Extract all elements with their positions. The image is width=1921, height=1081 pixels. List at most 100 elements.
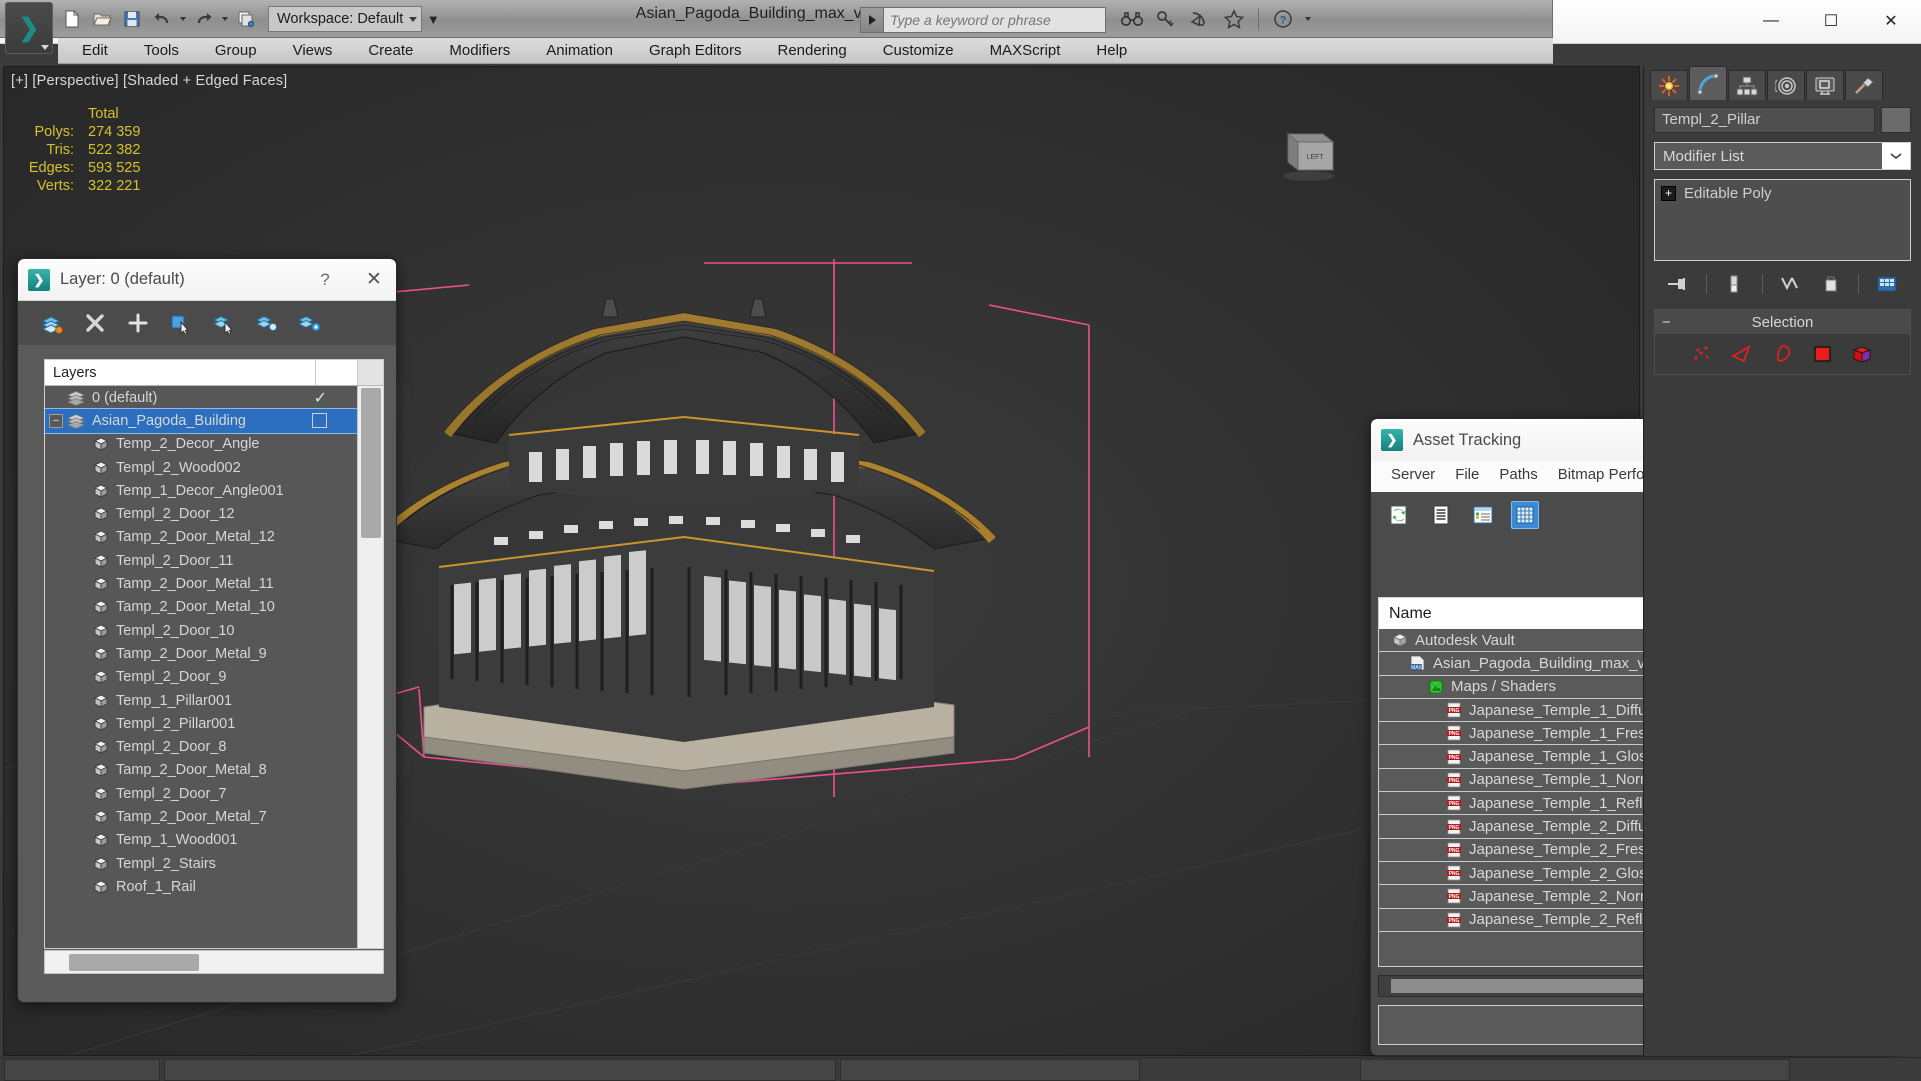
motion-tab[interactable] [1767,70,1805,100]
favorites-star-icon[interactable] [1220,5,1248,33]
expand-modifier-icon[interactable]: + [1661,185,1676,201]
layer-row[interactable]: Roof_1_Rail [45,875,357,898]
help-dropdown-icon[interactable] [1303,5,1313,33]
maximize-button[interactable]: ☐ [1801,0,1861,42]
status-extra-field[interactable] [1360,1059,1790,1081]
scrollbar-thumb[interactable] [361,388,381,538]
selection-rollout-header[interactable]: − Selection [1655,310,1910,334]
layer-active-check-icon[interactable]: ✓ [314,388,327,408]
layer-list-vertical-scrollbar[interactable] [357,386,383,948]
remove-modifier-icon[interactable] [1818,271,1844,297]
layer-active-checkbox[interactable] [312,413,327,429]
search-input[interactable] [884,7,1106,33]
view-cube[interactable]: LEFT [1263,122,1349,182]
menu-item-rendering[interactable]: Rendering [759,38,864,64]
status-segment[interactable] [4,1059,160,1081]
menu-item-maxscript[interactable]: MAXScript [972,38,1079,64]
menu-item-edit[interactable]: Edit [64,38,126,64]
search-binoculars-icon[interactable] [1118,5,1146,33]
menu-item-graph-editors[interactable]: Graph Editors [631,38,760,64]
layer-row[interactable]: Tamp_2_Door_Metal_11 [45,572,357,595]
object-name-field[interactable]: Templ_2_Pillar [1654,107,1875,133]
scrollbar-thumb[interactable] [1391,979,1657,993]
chevron-down-icon[interactable] [1882,143,1910,169]
display-tab[interactable] [1806,70,1844,100]
layer-row[interactable]: Templ_2_Stairs [45,852,357,875]
utilities-tab[interactable] [1845,70,1883,100]
border-sublevel-button[interactable] [1770,341,1796,367]
layer-row[interactable]: Templ_2_Door_7 [45,782,357,805]
layer-row[interactable]: Templ_2_Door_12 [45,502,357,525]
layer-row[interactable]: Tamp_2_Door_Metal_10 [45,596,357,619]
menu-item-paths[interactable]: Paths [1489,463,1547,486]
layer-row[interactable]: Tamp_2_Door_Metal_7 [45,805,357,828]
layer-row[interactable]: Templ_2_Door_8 [45,735,357,758]
polygon-sublevel-button[interactable] [1810,341,1836,367]
menu-item-help[interactable]: Help [1078,38,1145,64]
collapse-icon[interactable]: − [1662,314,1671,331]
search-expand-icon[interactable] [860,7,884,33]
layer-properties-icon[interactable] [296,309,324,337]
layer-row[interactable]: 0 (default) ✓ [45,386,357,409]
layer-dialog[interactable]: ❯ Layer: 0 (default) ? ✕ Layers 0 (defau… [17,258,397,1003]
layer-row[interactable]: Templ_2_Pillar001 [45,712,357,735]
layer-row[interactable]: Temp_2_Decor_Angle [45,433,357,456]
modifier-stack-item[interactable]: + Editable Poly [1657,182,1908,204]
layer-row[interactable]: Tamp_2_Door_Metal_8 [45,759,357,782]
menu-item-group[interactable]: Group [197,38,275,64]
modify-tab[interactable] [1689,66,1727,100]
menu-item-customize[interactable]: Customize [865,38,972,64]
menu-item-modifiers[interactable]: Modifiers [431,38,528,64]
vertex-sublevel-button[interactable] [1690,341,1716,367]
connect-icon[interactable] [1186,5,1214,33]
layer-row[interactable]: Temp_1_Pillar001 [45,689,357,712]
layer-row[interactable]: Templ_2_Door_11 [45,549,357,572]
delete-layer-icon[interactable] [81,309,109,337]
details-view-icon[interactable] [1469,501,1497,529]
layer-row[interactable]: Tamp_2_Door_Metal_12 [45,526,357,549]
hierarchy-tab[interactable] [1728,70,1766,100]
modifier-list-dropdown[interactable]: Modifier List [1654,142,1911,170]
make-unique-icon[interactable] [1777,271,1803,297]
layer-row[interactable]: Tamp_2_Door_Metal_9 [45,642,357,665]
pin-stack-icon[interactable] [1665,271,1691,297]
scrollbar-thumb[interactable] [69,954,199,971]
selection-rollout[interactable]: − Selection [1654,309,1911,375]
grid-view-icon[interactable] [1511,500,1539,529]
create-new-layer-icon[interactable] [38,309,66,337]
key-icon[interactable] [1152,5,1180,33]
edge-sublevel-button[interactable] [1730,341,1756,367]
show-end-result-icon[interactable] [1721,271,1747,297]
layer-row[interactable]: − Asian_Pagoda_Building [45,408,357,434]
layer-row[interactable]: Templ_2_Door_9 [45,666,357,689]
layer-row[interactable]: Temp_1_Decor_Angle001 [45,479,357,502]
select-highlighted-layer-icon[interactable] [210,309,238,337]
layer-list-horizontal-scrollbar[interactable] [44,950,384,974]
add-selection-to-layer-icon[interactable] [124,309,152,337]
create-tab[interactable] [1650,70,1688,100]
help-icon[interactable]: ? [1269,5,1297,33]
status-prompt-field[interactable] [164,1059,836,1081]
viewport-label[interactable]: [+] [Perspective] [Shaded + Edged Faces] [11,73,287,89]
close-icon[interactable]: ✕ [352,268,396,291]
menu-item-animation[interactable]: Animation [528,38,631,64]
status-coordinate-field[interactable] [840,1059,1140,1081]
menu-item-server[interactable]: Server [1381,463,1445,486]
menu-item-create[interactable]: Create [350,38,431,64]
layer-list[interactable]: Layers 0 (default) ✓ − Asian_Pagoda_Buildin… [44,359,384,949]
modifier-stack[interactable]: + Editable Poly [1654,179,1911,261]
menu-item-tools[interactable]: Tools [126,38,197,64]
menu-item-file[interactable]: File [1445,463,1489,486]
layer-row[interactable]: Templ_2_Door_10 [45,619,357,642]
refresh-icon[interactable] [1385,501,1413,529]
select-objects-in-layer-icon[interactable] [167,309,195,337]
configure-modifier-sets-icon[interactable] [1874,271,1900,297]
object-color-swatch[interactable] [1881,107,1911,133]
highlight-selected-objects-layer-icon[interactable] [253,309,281,337]
menu-item-views[interactable]: Views [275,38,351,64]
layer-row[interactable]: Temp_1_Wood001 [45,829,357,852]
element-sublevel-button[interactable] [1850,341,1876,367]
layer-row[interactable]: Templ_2_Wood002 [45,456,357,479]
list-view-icon[interactable] [1427,501,1455,529]
minimize-button[interactable]: — [1741,0,1801,42]
